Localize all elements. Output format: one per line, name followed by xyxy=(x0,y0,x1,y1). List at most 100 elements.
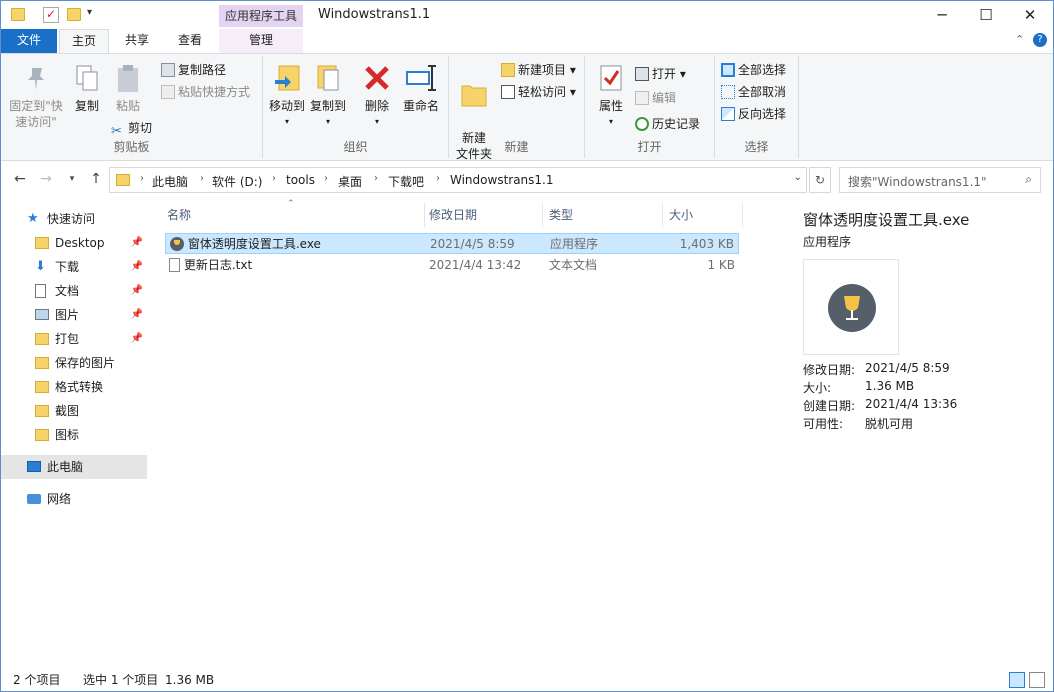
nav-item-label: Desktop xyxy=(55,236,105,250)
details-view-icon[interactable] xyxy=(1009,672,1025,688)
cut-button[interactable]: ✂ 剪切 xyxy=(111,118,152,139)
nav-this-pc-label: 此电脑 xyxy=(47,460,84,474)
tab-file[interactable]: 文件 xyxy=(1,29,57,53)
nav-item[interactable]: 格式转换 xyxy=(1,375,147,399)
crumb-drive-d[interactable]: 软件 (D:) xyxy=(212,173,262,190)
customize-toolbar-icon[interactable]: ▾ xyxy=(87,7,103,23)
minimize-button[interactable]: ─ xyxy=(919,1,965,29)
up-button[interactable]: ↑ xyxy=(87,170,105,188)
close-button[interactable]: ✕ xyxy=(1007,1,1053,29)
rename-button[interactable]: 重命名 xyxy=(399,62,443,114)
new-item-label: 新建项目 xyxy=(518,63,567,77)
nav-item[interactable]: ⬇ 下载 📌 xyxy=(1,255,147,279)
open-button[interactable]: 打开 ▾ xyxy=(635,64,686,84)
paste-shortcut-button[interactable]: 粘贴快捷方式 xyxy=(161,82,250,102)
select-all-button[interactable]: 全部选择 xyxy=(721,60,786,80)
properties-label: 属性 xyxy=(598,99,623,113)
large-icons-view-icon[interactable] xyxy=(1029,672,1045,688)
maximize-button[interactable]: ☐ xyxy=(963,1,1009,29)
refresh-button[interactable]: ↻ xyxy=(809,167,831,193)
document-icon xyxy=(35,284,46,298)
help-icon[interactable]: ? xyxy=(1033,33,1047,47)
nav-item[interactable]: 截图 xyxy=(1,399,147,423)
group-label-open: 打开 xyxy=(637,140,662,154)
file-name-cell: 更新日志.txt xyxy=(169,255,252,276)
forward-button[interactable]: → xyxy=(37,170,55,188)
collapse-ribbon-icon[interactable]: ⌃ xyxy=(1015,33,1024,46)
nav-item[interactable]: 图标 xyxy=(1,423,147,447)
nav-item-label: 格式转换 xyxy=(55,380,104,394)
nav-item[interactable]: 打包 📌 xyxy=(1,327,147,351)
move-to-icon xyxy=(271,62,303,94)
copy-button[interactable]: 复制 xyxy=(69,62,105,114)
details-pane: 窗体透明度设置工具.exe 应用程序 修改日期: 2021/4/5 8:59 大小:… xyxy=(783,199,1053,669)
nav-network-label: 网络 xyxy=(47,492,72,506)
selected-count: 选中 1 个项目 xyxy=(83,673,159,687)
folder-icon xyxy=(11,8,25,21)
edit-button[interactable]: 编辑 xyxy=(635,88,676,108)
open-label: 打开 xyxy=(652,67,677,81)
tab-share[interactable]: 共享 xyxy=(113,29,161,53)
copy-path-button[interactable]: 复制路径 xyxy=(161,60,226,80)
nav-this-pc[interactable]: 此电脑 xyxy=(1,455,147,479)
group-label-clipboard: 剪贴板 xyxy=(113,140,150,154)
window-title: Windowstrans1.1 xyxy=(318,7,431,22)
file-type: 应用程序 xyxy=(550,237,599,251)
group-clipboard: 固定到"快速访问" 复制 粘贴 复制路径 粘贴快捷方式 ✂ 剪切 剪贴板 xyxy=(1,56,263,158)
nav-quick-access[interactable]: ★ 快速访问 xyxy=(1,207,147,231)
pin-quick-access-button[interactable]: 固定到"快速访问" xyxy=(5,62,67,130)
recent-locations-button[interactable]: ▾ xyxy=(63,170,81,188)
rename-icon xyxy=(405,62,437,94)
column-header-modified[interactable]: 修改日期 xyxy=(423,203,543,227)
picture-icon xyxy=(35,309,49,320)
file-row[interactable]: 窗体透明度设置工具.exe 2021/4/5 8:59 应用程序 1,403 KB xyxy=(165,233,739,254)
property-value: 脱机可用 xyxy=(865,417,914,431)
search-placeholder: 搜索"Windowstrans1.1" xyxy=(848,175,987,189)
paste-button[interactable]: 粘贴 xyxy=(109,62,147,114)
nav-network[interactable]: 网络 xyxy=(1,487,147,511)
tab-home[interactable]: 主页 xyxy=(59,29,109,53)
nav-item-label: 下载 xyxy=(55,260,80,274)
move-to-button[interactable]: 移动到 ▾ xyxy=(267,62,307,130)
crumb-tools[interactable]: tools xyxy=(286,173,315,187)
history-button[interactable]: 历史记录 xyxy=(635,114,700,134)
crumb-xiazaiba[interactable]: 下载吧 xyxy=(388,173,424,190)
crumb-windowstrans[interactable]: Windowstrans1.1 xyxy=(450,173,554,187)
group-new: 新建 文件夹 新建项目 ▾ 轻松访问 ▾ 新建 xyxy=(449,56,585,161)
column-header-size[interactable]: 大小 xyxy=(663,203,743,227)
invert-selection-button[interactable]: 反向选择 xyxy=(721,104,786,124)
address-bar[interactable]: › 此电脑 › 软件 (D:) › tools › 桌面 › 下载吧 › Win… xyxy=(109,167,807,193)
nav-item[interactable]: 图片 📌 xyxy=(1,303,147,327)
select-all-icon xyxy=(721,63,735,77)
new-folder-quick-icon[interactable] xyxy=(67,8,81,21)
tab-manage[interactable]: 管理 xyxy=(219,29,303,53)
crumb-desktop[interactable]: 桌面 xyxy=(338,173,362,190)
search-input[interactable]: 搜索"Windowstrans1.1" ⌕ xyxy=(839,167,1041,193)
new-item-button[interactable]: 新建项目 ▾ xyxy=(501,60,576,80)
nav-item[interactable]: 文档 📌 xyxy=(1,279,147,303)
pin-icon: 📌 xyxy=(130,261,143,272)
properties-button[interactable]: 属性 ▾ xyxy=(591,62,631,130)
column-header-name[interactable]: 名称 xyxy=(161,203,425,227)
folder-icon xyxy=(35,405,49,417)
crumb-this-pc[interactable]: 此电脑 xyxy=(152,173,188,190)
properties-icon xyxy=(595,62,627,94)
selected-size: 1.36 MB xyxy=(165,673,215,687)
copy-to-button[interactable]: 复制到 ▾ xyxy=(307,62,349,130)
text-file-icon xyxy=(169,258,180,272)
property-key: 可用性: xyxy=(803,417,844,431)
easy-access-icon xyxy=(501,85,515,99)
nav-item[interactable]: 保存的图片 xyxy=(1,351,147,375)
select-none-button[interactable]: 全部取消 xyxy=(721,82,786,102)
star-icon: ★ xyxy=(27,211,39,226)
easy-access-button[interactable]: 轻松访问 ▾ xyxy=(501,82,576,102)
paste-label: 粘贴 xyxy=(115,99,140,113)
nav-item[interactable]: Desktop 📌 xyxy=(1,231,147,255)
file-row[interactable]: 更新日志.txt 2021/4/4 13:42 文本文档 1 KB xyxy=(165,255,739,276)
tab-view[interactable]: 查看 xyxy=(165,29,215,53)
properties-quick-icon[interactable]: ✓ xyxy=(43,7,59,23)
column-header-type[interactable]: 类型 xyxy=(543,203,663,227)
delete-button[interactable]: 删除 ▾ xyxy=(359,62,395,130)
back-button[interactable]: ← xyxy=(11,170,29,188)
address-dropdown-icon[interactable]: ⌄ xyxy=(794,172,802,183)
